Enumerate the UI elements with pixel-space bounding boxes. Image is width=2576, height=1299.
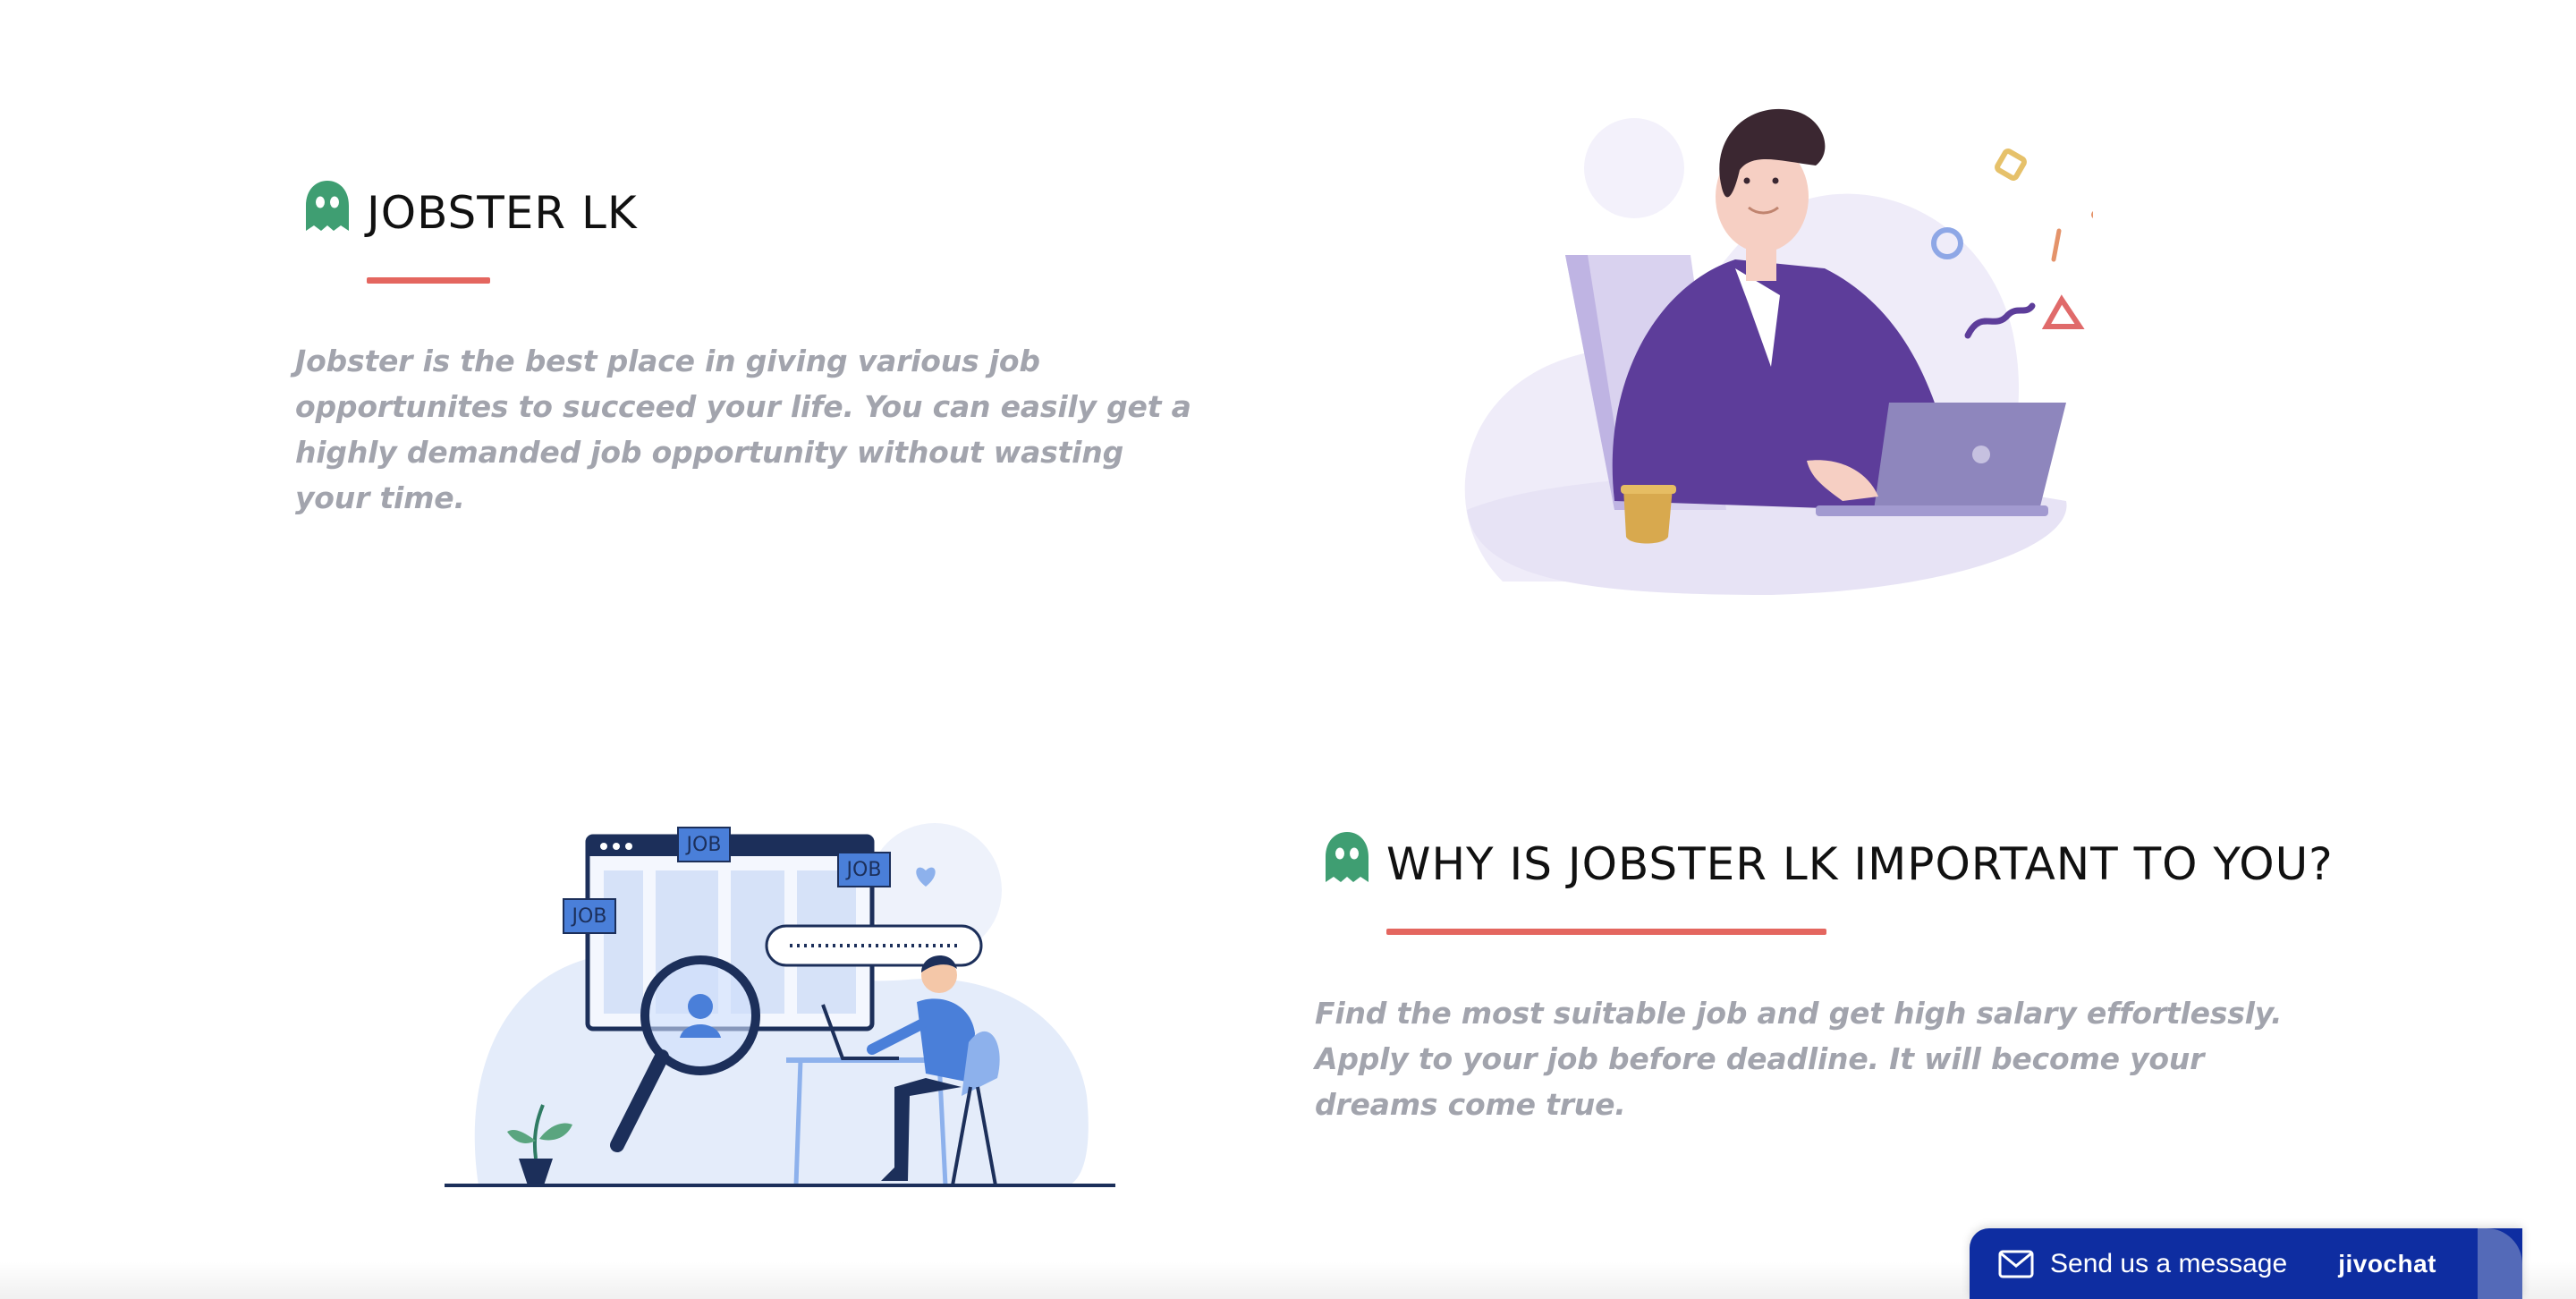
job-tag-label: JOB <box>571 905 607 928</box>
about-title: JOBSTER LK <box>367 187 638 239</box>
job-search-illustration: JOB JOB JOB <box>445 823 1115 1187</box>
man-at-laptop-illustration <box>1464 108 2093 595</box>
ghost-logo-icon <box>306 181 349 231</box>
envelope-icon <box>1998 1250 2034 1278</box>
about-heading: JOBSTER LK <box>302 179 638 240</box>
why-heading: WHY IS JOBSTER LK IMPORTANT TO YOU? <box>1322 830 2334 891</box>
why-description: Find the most suitable job and get high … <box>1315 996 2283 1122</box>
chat-widget-bar[interactable]: Send us a message jivochat <box>1970 1228 2522 1299</box>
job-tag-label: JOB <box>845 859 882 881</box>
why-title: WHY IS JOBSTER LK IMPORTANT TO YOU? <box>1386 838 2334 890</box>
ghost-logo-icon <box>1326 832 1368 882</box>
about-description: Jobster is the best place in giving vari… <box>295 344 1191 515</box>
about-title-underline <box>367 277 490 284</box>
why-title-underline <box>1386 929 1826 935</box>
chat-send-message-label[interactable]: Send us a message <box>2050 1249 2287 1279</box>
job-tag-label: JOB <box>685 834 722 856</box>
jivochat-logo: jivochat <box>2338 1249 2436 1278</box>
